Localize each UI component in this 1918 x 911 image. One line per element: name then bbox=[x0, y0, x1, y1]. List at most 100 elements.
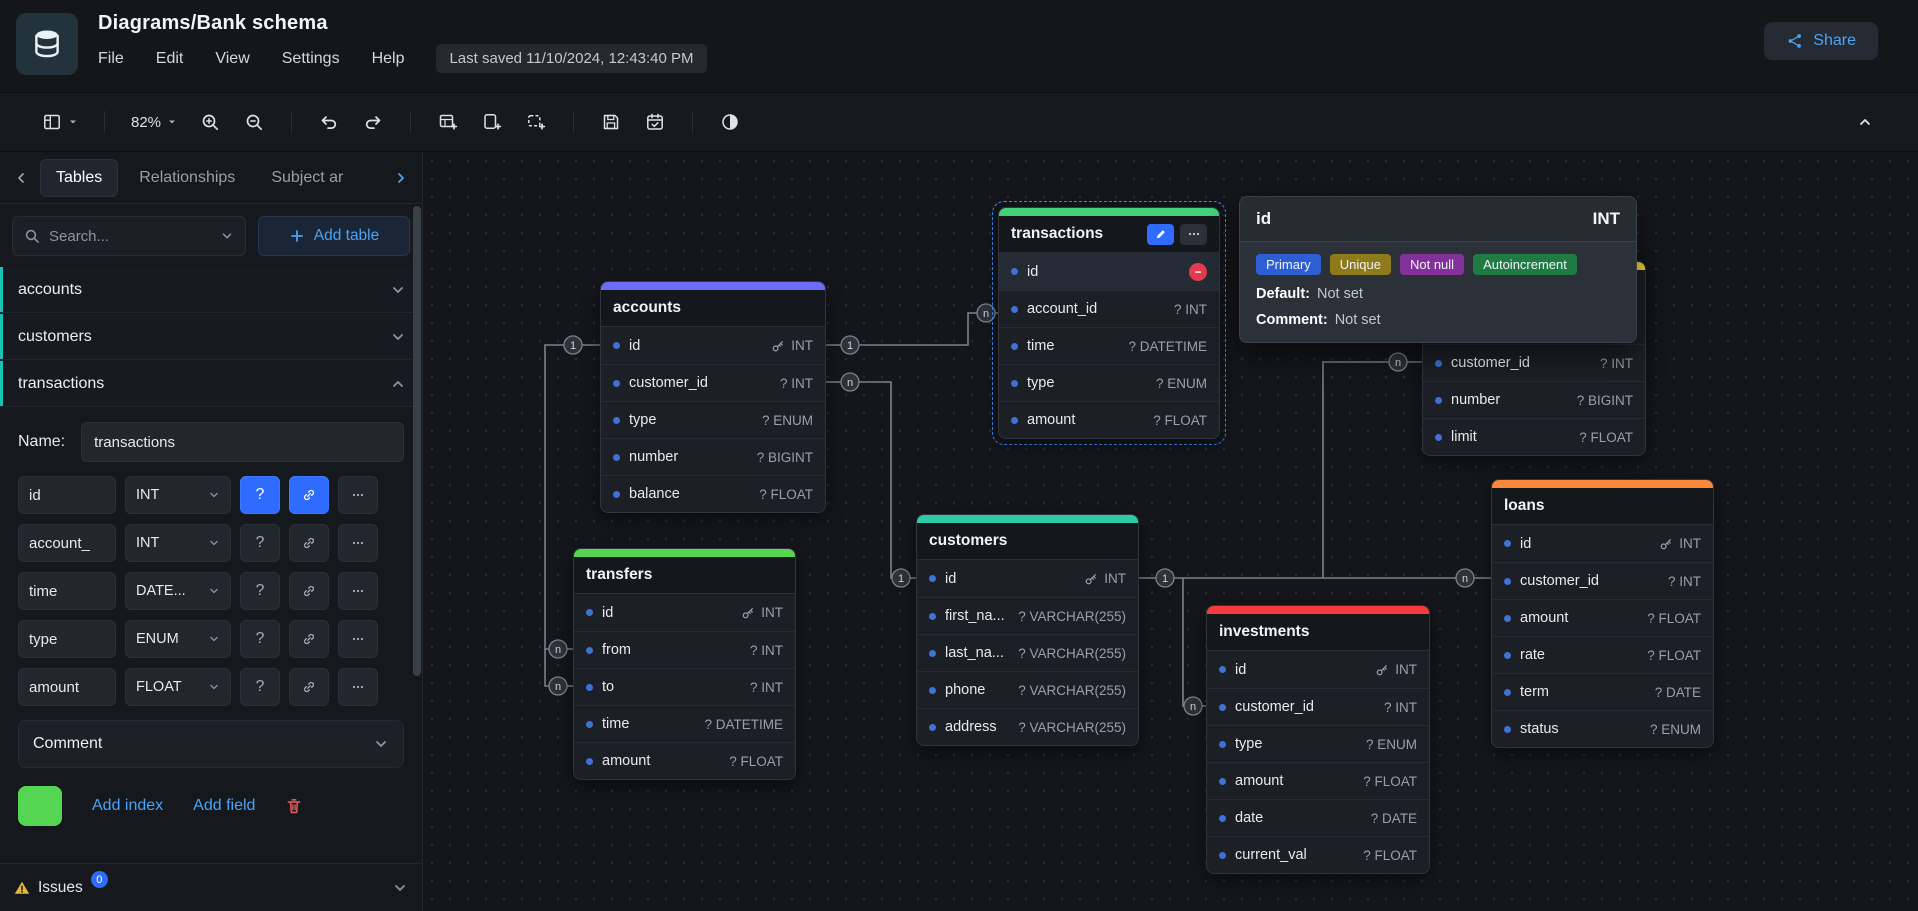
sidebar-tab[interactable]: Relationships bbox=[124, 160, 250, 196]
table-field-row[interactable]: type ? ENUM bbox=[1207, 725, 1429, 762]
menu-item[interactable]: Settings bbox=[282, 50, 340, 68]
table-field-row[interactable]: id INT bbox=[574, 594, 795, 631]
diagram-canvas[interactable]: 1 1 n n 1 n n 1 n n n accounts id bbox=[423, 152, 1918, 911]
zoom-out-button[interactable] bbox=[235, 103, 273, 141]
table-field-row[interactable]: customer_id ? INT bbox=[1423, 344, 1645, 381]
field-options-button[interactable] bbox=[338, 572, 378, 610]
table-field-row[interactable]: address ? VARCHAR(255) bbox=[917, 708, 1138, 745]
table-field-row[interactable]: id bbox=[999, 253, 1219, 290]
sidebar-scrollbar[interactable] bbox=[413, 206, 421, 859]
zoom-in-button[interactable] bbox=[191, 103, 229, 141]
table-field-row[interactable]: customer_id ? INT bbox=[601, 364, 825, 401]
table-accordion-item[interactable]: transactions bbox=[0, 361, 422, 407]
save-button[interactable] bbox=[592, 103, 630, 141]
primary-key-button[interactable] bbox=[289, 524, 329, 562]
table-field-row[interactable]: date ? DATE bbox=[1207, 799, 1429, 836]
table-field-row[interactable]: number ? BIGINT bbox=[1423, 381, 1645, 418]
nullable-toggle-button[interactable]: ? bbox=[240, 476, 280, 514]
table-accordion-item[interactable]: customers bbox=[0, 314, 422, 360]
sidebar-tab[interactable]: Tables bbox=[40, 159, 118, 197]
table-field-row[interactable]: id INT bbox=[917, 560, 1138, 597]
theme-toggle-button[interactable] bbox=[711, 103, 749, 141]
add-field-button[interactable]: Add field bbox=[193, 797, 255, 815]
field-name-input[interactable]: id bbox=[18, 476, 116, 514]
sidebar-tab[interactable]: Subject ar bbox=[256, 160, 358, 196]
table-field-row[interactable]: first_na... ? VARCHAR(255) bbox=[917, 597, 1138, 634]
table-field-row[interactable]: time ? DATETIME bbox=[999, 327, 1219, 364]
table-field-row[interactable]: status ? ENUM bbox=[1492, 710, 1713, 747]
field-options-button[interactable] bbox=[338, 620, 378, 658]
table-field-row[interactable]: amount ? FLOAT bbox=[999, 401, 1219, 438]
table-card-customers[interactable]: customers id INT first_na... bbox=[916, 514, 1139, 746]
delete-table-button[interactable] bbox=[285, 797, 303, 815]
table-field-row[interactable]: limit ? FLOAT bbox=[1423, 418, 1645, 455]
table-field-row[interactable]: customer_id ? INT bbox=[1207, 688, 1429, 725]
share-button[interactable]: Share bbox=[1764, 22, 1878, 60]
primary-key-button[interactable] bbox=[289, 620, 329, 658]
table-name-input[interactable] bbox=[81, 422, 404, 462]
table-field-row[interactable]: to ? INT bbox=[574, 668, 795, 705]
primary-key-button[interactable] bbox=[289, 476, 329, 514]
table-field-row[interactable]: rate ? FLOAT bbox=[1492, 636, 1713, 673]
field-type-select[interactable]: ENUM bbox=[125, 620, 231, 658]
table-color-swatch[interactable] bbox=[18, 786, 62, 826]
primary-key-button[interactable] bbox=[289, 572, 329, 610]
field-type-select[interactable]: INT bbox=[125, 524, 231, 562]
field-name-input[interactable]: time bbox=[18, 572, 116, 610]
search-input[interactable]: Search... bbox=[12, 216, 246, 256]
table-card-transactions[interactable]: transactions id bbox=[998, 207, 1220, 439]
table-field-row[interactable]: amount ? FLOAT bbox=[1207, 762, 1429, 799]
menu-item[interactable]: Edit bbox=[156, 50, 184, 68]
field-name-input[interactable]: amount bbox=[18, 668, 116, 706]
table-field-row[interactable]: amount ? FLOAT bbox=[1492, 599, 1713, 636]
document-title[interactable]: Diagrams/Bank schema bbox=[98, 12, 1918, 35]
nullable-toggle-button[interactable]: ? bbox=[240, 524, 280, 562]
table-options-button[interactable] bbox=[1180, 224, 1207, 245]
add-index-button[interactable]: Add index bbox=[92, 797, 163, 815]
redo-button[interactable] bbox=[354, 103, 392, 141]
menu-item[interactable]: View bbox=[215, 50, 249, 68]
issues-bar[interactable]: Issues 0 bbox=[0, 863, 422, 911]
table-field-row[interactable]: type ? ENUM bbox=[601, 401, 825, 438]
add-table-button-sidebar[interactable]: Add table bbox=[258, 216, 410, 256]
add-note-button[interactable] bbox=[473, 103, 511, 141]
app-logo[interactable] bbox=[16, 13, 78, 75]
tabs-scroll-right-button[interactable] bbox=[388, 165, 414, 191]
field-options-button[interactable] bbox=[338, 668, 378, 706]
field-options-button[interactable] bbox=[338, 524, 378, 562]
undo-button[interactable] bbox=[310, 103, 348, 141]
table-card-loans[interactable]: loans id INT customer_id bbox=[1491, 479, 1714, 748]
table-field-row[interactable]: number ? BIGINT bbox=[601, 438, 825, 475]
add-table-button[interactable] bbox=[429, 103, 467, 141]
table-field-row[interactable]: id INT bbox=[601, 327, 825, 364]
nullable-toggle-button[interactable]: ? bbox=[240, 620, 280, 658]
table-field-row[interactable]: id INT bbox=[1207, 651, 1429, 688]
table-field-row[interactable]: phone ? VARCHAR(255) bbox=[917, 671, 1138, 708]
menu-item[interactable]: Help bbox=[372, 50, 405, 68]
table-field-row[interactable]: from ? INT bbox=[574, 631, 795, 668]
field-type-select[interactable]: FLOAT bbox=[125, 668, 231, 706]
collapse-toolbar-button[interactable] bbox=[1846, 103, 1884, 141]
edit-table-button[interactable] bbox=[1147, 224, 1174, 245]
menu-item[interactable]: File bbox=[98, 50, 124, 68]
todo-button[interactable] bbox=[636, 103, 674, 141]
add-area-button[interactable] bbox=[517, 103, 555, 141]
table-field-row[interactable]: term ? DATE bbox=[1492, 673, 1713, 710]
table-card-transfers[interactable]: transfers id INT from bbox=[573, 548, 796, 780]
nullable-toggle-button[interactable]: ? bbox=[240, 572, 280, 610]
field-options-button[interactable] bbox=[338, 476, 378, 514]
field-name-input[interactable]: type bbox=[18, 620, 116, 658]
field-type-select[interactable]: DATE... bbox=[125, 572, 231, 610]
table-field-row[interactable]: type ? ENUM bbox=[999, 364, 1219, 401]
table-field-row[interactable]: current_val ? FLOAT bbox=[1207, 836, 1429, 873]
table-field-row[interactable]: balance ? FLOAT bbox=[601, 475, 825, 512]
table-field-row[interactable]: time ? DATETIME bbox=[574, 705, 795, 742]
table-field-row[interactable]: customer_id ? INT bbox=[1492, 562, 1713, 599]
relationship-line[interactable] bbox=[1323, 362, 1422, 578]
field-name-input[interactable]: account_ bbox=[18, 524, 116, 562]
relationship-line[interactable] bbox=[826, 382, 916, 578]
table-field-row[interactable]: account_id ? INT bbox=[999, 290, 1219, 327]
zoom-level-select[interactable]: 82% bbox=[123, 103, 185, 141]
primary-key-button[interactable] bbox=[289, 668, 329, 706]
tabs-scroll-left-button[interactable] bbox=[8, 165, 34, 191]
